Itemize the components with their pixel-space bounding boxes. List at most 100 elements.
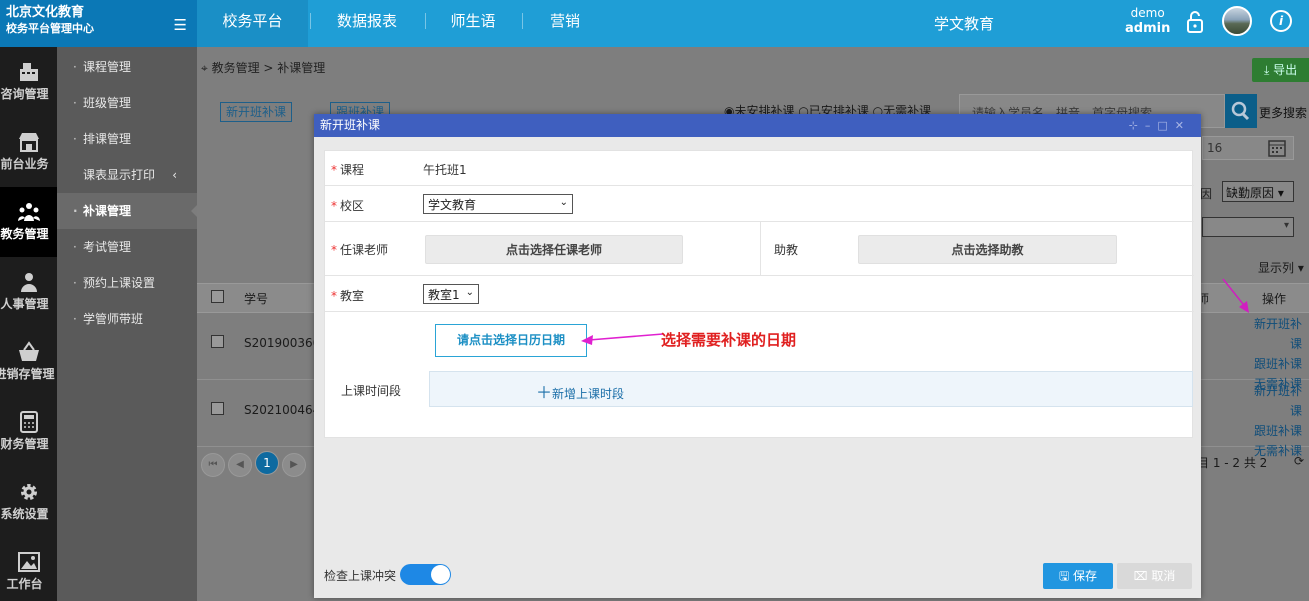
sidebar-item-front-desk[interactable]: 前台业务 [0,117,57,187]
person-icon [20,273,37,292]
people-icon [17,203,40,221]
submenu-item-timetable-print[interactable]: 课表显示打印 ‹ [57,157,197,193]
classroom-label: * 教室 [331,289,365,303]
first-page-button[interactable]: ⏮ [201,453,225,477]
row-checkbox[interactable] [211,335,224,348]
select-assistant-button[interactable]: 点击选择助教 [858,235,1117,264]
submenu-item-booking[interactable]: · 预约上课设置 [57,265,197,301]
nav-campus-platform[interactable]: 校务平台 [197,0,308,47]
sidebar-label: 财务管理 [0,437,49,451]
minimize-icon[interactable]: – [1145,119,1158,132]
sidebar-label: 人事管理 [0,297,49,311]
filter-select[interactable]: ▾ [1202,217,1294,237]
org-name[interactable]: 学文教育 [934,13,994,34]
sidebar-item-inventory[interactable]: 进销存管理 [0,327,57,397]
user-info[interactable]: demo admin [1125,5,1170,37]
prev-page-button[interactable]: ◀ [228,453,252,477]
student-no: S202100464 [244,403,321,417]
campus-label-text: 校区 [340,199,365,213]
maximize-icon[interactable]: □ [1157,119,1174,132]
chevron-down-icon: ⌄ [465,287,474,298]
brand-subtitle: 校务平台管理中心 [6,22,94,35]
submenu-item-class[interactable]: · 班级管理 [57,85,197,121]
sidebar-label: 工作台 [6,577,43,591]
follow-class-makeup-link[interactable]: 跟班补课 [1244,421,1302,441]
menu-toggle-icon[interactable]: ☰ [174,16,187,34]
select-calendar-date-button[interactable]: 请点击选择日历日期 [435,324,587,357]
basket-icon [18,341,39,361]
chevron-down-icon: ⌄ [559,197,568,208]
column-divider [760,222,761,275]
user-role: admin [1125,21,1171,36]
sidebar-item-workbench[interactable]: 工作台 [0,537,57,601]
sidebar-item-academic[interactable]: 教务管理 [0,187,57,257]
sidebar-item-hr[interactable]: 人事管理 [0,257,57,327]
conflict-check-label: 检查上课冲突 [324,569,397,583]
save-label: 保存 [1073,569,1098,583]
absence-reason-select[interactable]: 缺勤原因 ▾ [1222,181,1294,202]
nav-marketing[interactable]: 营销 [538,0,592,47]
row-checkbox[interactable] [211,402,224,415]
reason-label: 因 [1200,187,1213,201]
sidebar-item-finance[interactable]: 财务管理 [0,397,57,467]
tab-new-class-makeup[interactable]: 新开班补课 [220,102,293,122]
export-label: 导出 [1273,63,1298,77]
sidebar-label: 前台业务 [0,157,49,171]
chevron-left-icon: ‹ [172,168,177,182]
timeslot-label: 上课时间段 [341,384,402,398]
search-button[interactable] [1225,94,1257,128]
campus-select-value: 学文教育 [428,198,477,212]
refresh-icon[interactable]: ⟳ [1294,454,1304,468]
annotation-arrow-icon [1222,278,1249,313]
page-info: 目 1 - 2 共 2 [1197,456,1268,470]
download-icon: ⤓ [1264,63,1274,77]
lock-icon[interactable] [1184,10,1206,34]
brand: 北京文化教育 校务平台管理中心 ☰ [0,0,197,47]
submenu-item-exam[interactable]: · 考试管理 [57,229,197,265]
select-teacher-button[interactable]: 点击选择任课老师 [425,235,683,264]
sidebar-item-consult[interactable]: 咨询管理 [0,47,57,117]
export-button[interactable]: ⤓ 导出 [1252,58,1309,82]
new-class-makeup-link[interactable]: 新开班补课 [1244,314,1302,354]
nav-data-reports[interactable]: 数据报表 [322,0,412,47]
cancel-button[interactable]: ⌧ 取消 [1117,563,1192,589]
submenu-item-course[interactable]: · 课程管理 [57,49,197,85]
teacher-label: * 任课老师 [331,243,389,257]
submenu-item-tutor-class[interactable]: · 学管师带班 [57,301,197,337]
submenu-label: 考试管理 [83,240,132,254]
save-button[interactable]: 🖫 保存 [1043,563,1113,589]
next-page-button[interactable]: ▶ [282,453,306,477]
classroom-select[interactable]: 教室1 ⌄ [423,284,479,304]
nav-teacher-student[interactable]: 师生语 [440,0,506,47]
submenu-label: 课程管理 [83,60,132,74]
calculator-icon [19,411,38,433]
avatar[interactable] [1222,6,1252,36]
submenu-item-schedule[interactable]: · 排课管理 [57,121,197,157]
conflict-check-toggle[interactable] [400,564,451,585]
close-icon[interactable]: ✕ [1175,119,1191,132]
follow-class-makeup-link[interactable]: 跟班补课 [1244,354,1302,374]
more-search-link[interactable]: 更多搜索 [1259,104,1307,121]
calendar-icon[interactable] [1267,138,1287,158]
shop-icon [18,133,39,152]
current-page[interactable]: 1 [255,451,279,475]
sidebar-label: 教务管理 [0,227,49,241]
pin-icon[interactable]: ⊹ [1129,119,1145,132]
sidebar-item-settings[interactable]: 系统设置 [0,467,57,537]
dialog-title-bar: 新开班补课 ⊹–□✕ [314,114,1201,137]
classroom-select-value: 教室1 [428,288,460,302]
campus-select[interactable]: 学文教育 ⌄ [423,194,573,214]
chevron-down-icon: ▾ [1283,220,1289,231]
info-icon[interactable]: i [1270,10,1292,32]
breadcrumb-text: 教务管理 > 补课管理 [211,61,326,75]
show-columns-button[interactable]: 显示列 ▾ [1258,259,1304,276]
submenu-item-makeup[interactable]: · 补课管理 [57,193,197,229]
form-row-classroom: * 教室 教室1 ⌄ [325,276,1194,312]
plus-icon: ＋ [536,383,553,402]
new-class-makeup-link[interactable]: 新开班补课 [1244,381,1302,421]
select-all-checkbox[interactable] [211,290,224,303]
submenu-label: 班级管理 [83,96,132,110]
submenu: · 课程管理 · 班级管理 · 排课管理 课表显示打印 ‹ · 补课管理 · 考试管理 · 预… [57,47,197,601]
add-timeslot-button[interactable]: ＋新增上课时段 [536,379,624,403]
annotation-text: 选择需要补课的日期 [661,331,797,349]
